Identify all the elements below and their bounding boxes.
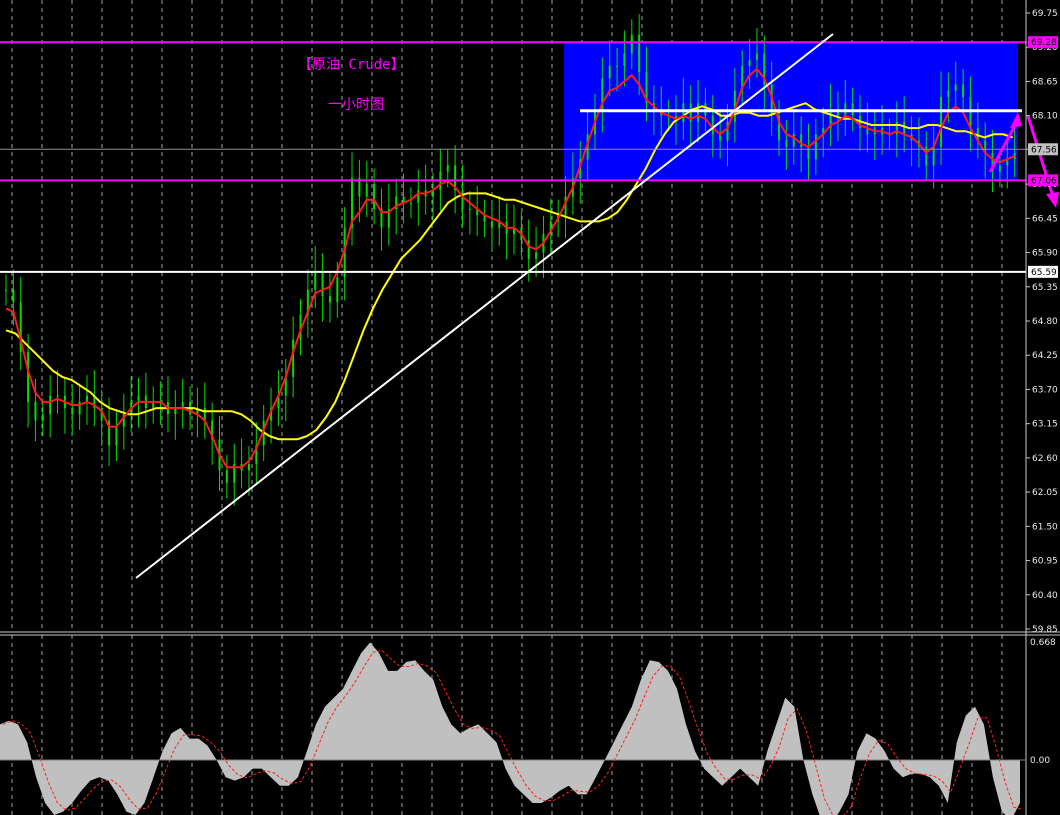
candle-body (638, 34, 641, 73)
candle-body (328, 296, 331, 303)
y-tick-label: 64.80 (1032, 317, 1058, 327)
y-tick-label: 63.15 (1032, 420, 1058, 430)
candle-body (903, 121, 906, 135)
price-tag-label: 69.28 (1031, 38, 1057, 48)
candle-body (292, 339, 295, 377)
candle-body (461, 190, 464, 209)
price-tag-label: 65.59 (1031, 268, 1057, 278)
candle-body (623, 53, 626, 66)
candle-body (71, 408, 74, 415)
candle-body (527, 240, 530, 259)
candle-body (682, 103, 685, 122)
candle-body (12, 289, 15, 303)
y-tick-label: 68.10 (1032, 112, 1058, 122)
candle-body (630, 34, 633, 54)
candle-body (41, 414, 44, 421)
candle-body (417, 190, 420, 203)
down-arrow-head (1046, 192, 1059, 208)
y-tick-label: 60.40 (1032, 591, 1058, 601)
candle-body (321, 271, 324, 297)
candle-body (969, 97, 972, 129)
candle-body (56, 395, 59, 397)
candle-body (247, 464, 250, 471)
y-tick-label: 65.90 (1032, 249, 1058, 259)
price-tag-label: 67.56 (1031, 145, 1057, 155)
y-tick-label: 60.95 (1032, 557, 1058, 567)
candle-body (814, 134, 817, 160)
y-tick-label: 66.45 (1032, 214, 1058, 224)
candle-body (314, 271, 317, 290)
chart-subtitle: 一小时图 (328, 97, 384, 113)
candle-body (748, 59, 751, 66)
candle-body (490, 221, 493, 228)
price-tag-label: 67.06 (1031, 176, 1057, 186)
candle-body (115, 426, 118, 446)
candle-body (998, 165, 1001, 172)
candle-body (785, 140, 788, 147)
candle-body (446, 165, 449, 172)
candle-body (962, 84, 965, 97)
candle-body (409, 202, 412, 204)
candle-body (755, 53, 758, 60)
y-tick-label: 68.65 (1032, 77, 1058, 87)
candle-body (608, 65, 611, 79)
chart-title: 【原油 Crude】 (298, 57, 405, 73)
candle-body (373, 184, 376, 209)
candle-body (5, 289, 7, 291)
candle-body (34, 401, 37, 421)
y-tick-label: 59.85 (1032, 625, 1058, 635)
oscillator-histogram (0, 642, 1020, 815)
y-tick-label: 64.25 (1032, 351, 1058, 361)
oscillator-signal-line (2, 649, 1024, 815)
y-tick-label: 62.60 (1032, 454, 1058, 464)
candle-body (336, 277, 339, 303)
candle-body (697, 103, 700, 122)
candle-body (468, 209, 471, 210)
uptrend-line (135, 33, 834, 579)
candle-body (947, 90, 950, 97)
candle-body (27, 352, 30, 402)
candle-body (954, 84, 957, 91)
candle-body (807, 146, 810, 160)
osc-tick-label: 0.668 (1030, 638, 1056, 648)
y-tick-label: 69.75 (1032, 9, 1058, 19)
y-tick-label: 63.70 (1032, 385, 1058, 395)
candle-body (940, 97, 943, 147)
y-tick-label: 65.35 (1032, 283, 1058, 293)
candle-body (49, 395, 52, 415)
candle-body (365, 184, 368, 197)
candle-body (225, 470, 228, 483)
price-chart: 【原油 Crude】一小时图69.7569.2068.6568.1067.566… (0, 0, 1060, 815)
y-tick-label: 61.50 (1032, 522, 1058, 532)
candle-body (711, 115, 714, 135)
osc-tick-label: 0.00 (1030, 756, 1050, 766)
y-tick-label: 62.05 (1032, 488, 1058, 498)
candle-body (616, 65, 619, 67)
candle-body (535, 252, 538, 259)
